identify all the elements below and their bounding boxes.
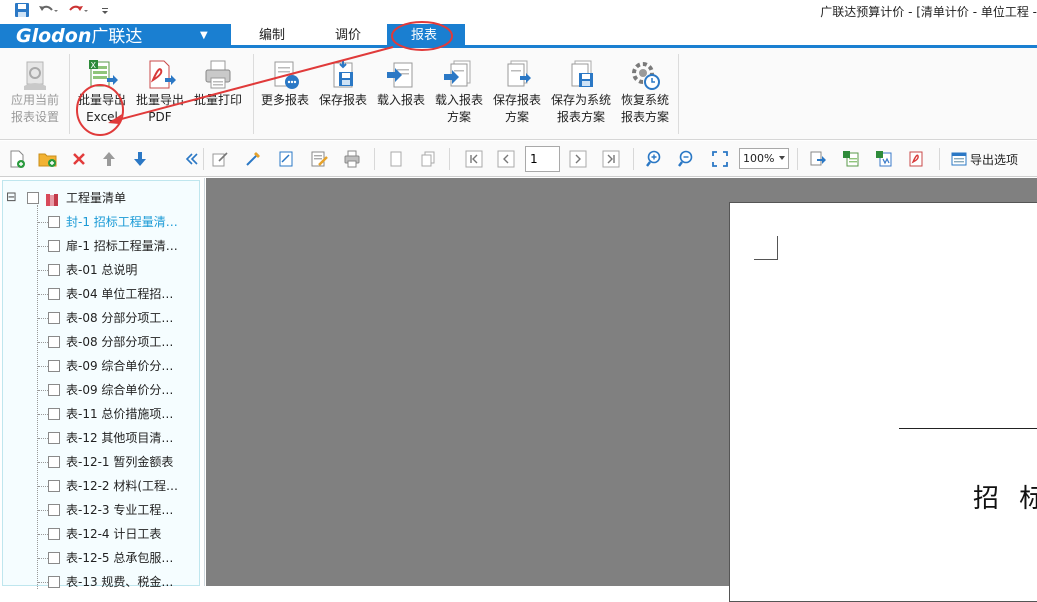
annotation-circle-report-tab bbox=[391, 21, 453, 51]
annotation-circle-excel bbox=[76, 84, 124, 136]
annotation-arrow bbox=[109, 46, 394, 123]
annotation-overlay bbox=[76, 21, 453, 136]
